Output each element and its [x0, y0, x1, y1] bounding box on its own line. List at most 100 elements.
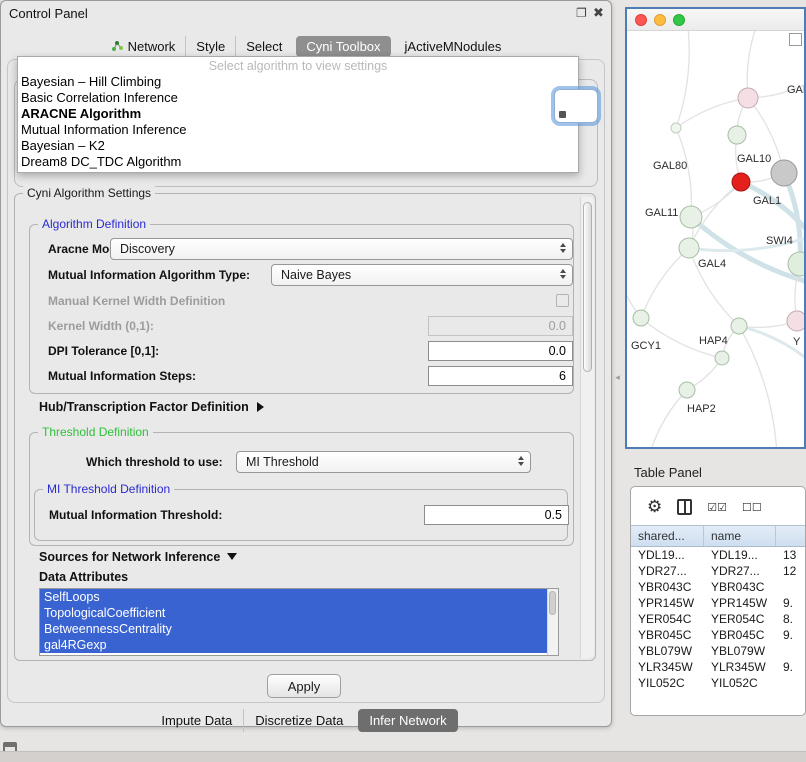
network-node[interactable]: [680, 206, 702, 228]
network-edge: [641, 248, 689, 318]
table-cell: YDL19...: [704, 547, 776, 563]
kernel-width-label: Kernel Width (0,1):: [48, 319, 154, 333]
network-node[interactable]: [788, 252, 804, 276]
kernel-width-input[interactable]: [428, 316, 573, 336]
algorithm-option[interactable]: Mutual Information Inference: [18, 122, 578, 138]
table-row[interactable]: YDR27...YDR27...12: [631, 563, 805, 579]
network-node-label: GAL10: [737, 153, 771, 165]
tab-infer-network[interactable]: Infer Network: [358, 709, 457, 732]
minimize-traffic-icon[interactable]: [654, 14, 666, 26]
table-row[interactable]: YPR145WYPR145W9.: [631, 595, 805, 611]
hub-definition-toggle[interactable]: Hub/Transcription Factor Definition: [39, 400, 264, 414]
apply-button[interactable]: Apply: [267, 674, 341, 698]
table-cell: YLR345W: [631, 659, 704, 675]
network-edge: [676, 128, 691, 217]
tab-style[interactable]: Style: [185, 36, 235, 57]
network-node[interactable]: [679, 238, 699, 258]
network-node[interactable]: [679, 382, 695, 398]
aracne-mode-combobox[interactable]: Discovery: [110, 238, 573, 260]
network-edge: [649, 390, 687, 448]
attribute-list-item[interactable]: gal4RGexp: [40, 637, 547, 653]
attribute-list-item[interactable]: BetweennessCentrality: [40, 621, 547, 637]
algorithm-combobox[interactable]: [554, 89, 598, 123]
float-window-icon[interactable]: ❐: [576, 6, 587, 20]
table-row[interactable]: YBR043CYBR043C: [631, 579, 805, 595]
algorithm-definition-fieldset: Algorithm Definition Aracne Mode: Discov…: [29, 224, 574, 394]
network-node[interactable]: [738, 88, 758, 108]
network-node[interactable]: [715, 351, 729, 365]
network-node[interactable]: [787, 311, 804, 331]
data-attributes-list[interactable]: SelfLoopsTopologicalCoefficientBetweenne…: [39, 588, 559, 656]
network-node-label: SWI4: [766, 235, 793, 247]
network-canvas[interactable]: GALGAL80GAL10GAL11GAL1SWI4GAL4GCY1HAP4YH…: [627, 31, 804, 448]
table-panel-window: ⚙ ☑☑ ☐☐ shared... name YDL19...YDL19...1…: [630, 486, 806, 716]
column-header-name[interactable]: name: [704, 526, 776, 546]
gear-icon[interactable]: ⚙: [647, 499, 662, 515]
column-header-cut[interactable]: [776, 526, 805, 546]
attributes-scrollbar-thumb[interactable]: [549, 591, 556, 615]
zoom-traffic-icon[interactable]: [673, 14, 685, 26]
mi-type-combobox[interactable]: Naive Bayes: [271, 264, 573, 286]
tab-network[interactable]: Network: [101, 36, 186, 57]
tab-impute-data[interactable]: Impute Data: [150, 709, 243, 732]
attribute-list-item[interactable]: TopologicalCoefficient: [40, 605, 547, 621]
attributes-scrollbar[interactable]: [547, 589, 558, 655]
mi-threshold-fieldset: MI Threshold Definition Mutual Informati…: [34, 489, 568, 541]
sources-toggle[interactable]: Sources for Network Inference: [39, 550, 237, 564]
settings-scrollbar[interactable]: [580, 197, 594, 658]
algorithm-definition-title: Algorithm Definition: [38, 217, 150, 231]
collapsed-panel-icon-bar: [5, 744, 15, 747]
table-row[interactable]: YBR045CYBR045C9.: [631, 627, 805, 643]
network-node[interactable]: [728, 126, 746, 144]
network-window-titlebar[interactable]: [627, 9, 804, 31]
table-row[interactable]: YDL19...YDL19...13: [631, 547, 805, 563]
sources-label: Sources for Network Inference: [39, 550, 220, 564]
network-node[interactable]: [732, 173, 750, 191]
settings-scrollbar-thumb[interactable]: [583, 202, 592, 372]
tab-jactivemnodules[interactable]: jActiveMNodules: [395, 36, 512, 57]
which-threshold-combobox[interactable]: MI Threshold: [236, 451, 531, 473]
table-cell: YDR27...: [704, 563, 776, 579]
close-window-icon[interactable]: ✖: [593, 5, 604, 21]
tab-cyni-toolbox[interactable]: Cyni Toolbox: [296, 36, 390, 57]
cyni-algorithm-settings-group: Cyni Algorithm Settings Algorithm Defini…: [14, 193, 596, 661]
tab-discretize-data[interactable]: Discretize Data: [243, 709, 354, 732]
dpi-tolerance-input[interactable]: [428, 341, 573, 361]
threshold-definition-fieldset: Threshold Definition Which threshold to …: [29, 432, 574, 546]
table-row[interactable]: YBL079WYBL079W: [631, 643, 805, 659]
table-row[interactable]: YLR345WYLR345W9.: [631, 659, 805, 675]
network-overview-toggle[interactable]: [789, 33, 802, 46]
panel-collapse-handle[interactable]: ◂: [612, 364, 623, 390]
columns-icon[interactable]: [677, 499, 692, 515]
table-cell: YBL079W: [704, 643, 776, 659]
table-cell: YPR145W: [631, 595, 704, 611]
table-row[interactable]: YIL052CYIL052C: [631, 675, 805, 691]
algorithm-option[interactable]: ARACNE Algorithm: [18, 106, 578, 122]
column-header-shared-name[interactable]: shared...: [631, 526, 704, 546]
apply-button-label: Apply: [288, 679, 321, 694]
close-traffic-icon[interactable]: [635, 14, 647, 26]
combobox-arrows-icon: [518, 456, 524, 466]
columns-icon-divider: [684, 501, 686, 513]
network-node-label: HAP2: [687, 403, 716, 415]
table-panel-title: Table Panel: [634, 465, 702, 480]
attribute-list-item[interactable]: SelfLoops: [40, 589, 547, 605]
network-node[interactable]: [633, 310, 649, 326]
algorithm-option[interactable]: Basic Correlation Inference: [18, 90, 578, 106]
network-edge: [784, 173, 800, 264]
mi-threshold-input[interactable]: [424, 505, 569, 525]
network-node[interactable]: [731, 318, 747, 334]
network-node[interactable]: [771, 160, 797, 186]
table-row[interactable]: YER054CYER054C8.: [631, 611, 805, 627]
algorithm-option[interactable]: Bayesian – Hill Climbing: [18, 74, 578, 90]
manual-kernel-checkbox[interactable]: [556, 294, 569, 307]
mi-steps-input[interactable]: [428, 366, 573, 386]
algorithm-option[interactable]: Dream8 DC_TDC Algorithm: [18, 154, 578, 170]
network-node[interactable]: [671, 123, 681, 133]
combobox-arrows-icon: [560, 243, 566, 253]
select-all-checkboxes-icon[interactable]: ☑☑: [707, 501, 727, 514]
tab-select[interactable]: Select: [235, 36, 292, 57]
algorithm-option[interactable]: Bayesian – K2: [18, 138, 578, 154]
deselect-all-checkboxes-icon[interactable]: ☐☐: [742, 501, 762, 514]
tab-label: Cyni Toolbox: [306, 39, 380, 54]
